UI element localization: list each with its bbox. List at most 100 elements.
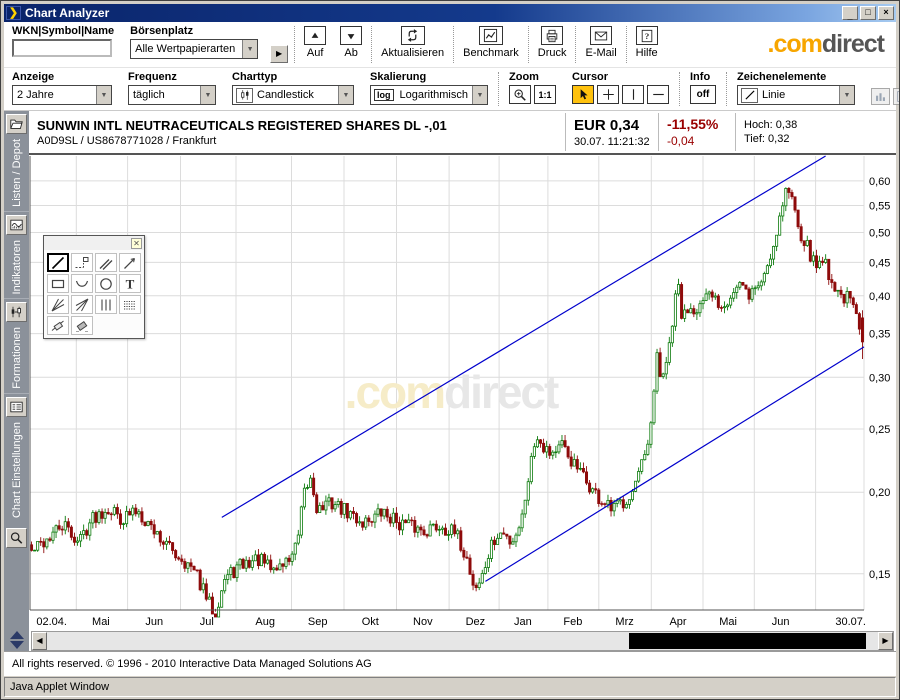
benchmark-button[interactable]: Benchmark (456, 22, 526, 67)
svg-text:?: ? (644, 31, 648, 41)
ellipse-tool[interactable] (95, 274, 117, 293)
segment-label-tool[interactable] (71, 253, 93, 272)
zoom-in-button[interactable] (509, 85, 531, 104)
sidebar-item-indikatoren[interactable]: Indikatoren (4, 212, 29, 300)
day-low: Tief: 0,32 (744, 133, 790, 145)
close-button[interactable]: × (878, 6, 894, 20)
expand-search-button[interactable]: ▶ (270, 45, 289, 63)
boersenplatz-select[interactable]: Alle Wertpapierarten ▼ (130, 39, 259, 59)
retracement-fan-tool[interactable] (71, 295, 93, 314)
svg-text:Jul: Jul (200, 616, 214, 628)
candlestick-chart[interactable]: .comdirect 0,60 0,55 0,50 0,45 0,40 0,35 0,30 0,… (29, 155, 896, 631)
scroll-right-icon[interactable]: ▶ (878, 632, 893, 650)
frequenz-group: Frequenz täglich ▼ (120, 68, 224, 110)
comdirect-logo: .com direct (767, 30, 885, 58)
ab-button[interactable]: Ab (333, 22, 369, 67)
skalierung-group: Skalierung log Logarithmisch ▼ (362, 68, 496, 110)
boersenplatz-value: Alle Wertpapierarten (135, 43, 236, 55)
log-icon: log (374, 89, 394, 101)
scrollbar-track[interactable] (47, 632, 878, 650)
volume-button[interactable] (871, 88, 890, 105)
line-icon (744, 89, 756, 101)
wkn-label: WKN|Symbol|Name (12, 25, 115, 37)
vertical-lines-tool[interactable] (95, 295, 117, 314)
chevron-down-icon[interactable]: ▼ (839, 86, 854, 104)
svg-text:Jun: Jun (145, 616, 163, 628)
aktualisieren-button[interactable]: Aktualisieren (374, 22, 451, 67)
boersenplatz-group: Börsenplatz Alle Wertpapierarten ▼ (122, 22, 266, 67)
indicator-icon (9, 218, 24, 232)
chart-area[interactable]: .comdirect 0,60 0,55 0,50 0,45 0,40 0,35 0,30 0,… (29, 155, 896, 631)
svg-text:0,60: 0,60 (869, 176, 890, 188)
email-button[interactable]: E-Mail (578, 22, 623, 67)
svg-text:Okt: Okt (362, 616, 379, 628)
arc-tool[interactable] (71, 274, 93, 293)
maximize-button[interactable]: □ (860, 6, 876, 20)
skalierung-select[interactable]: log Logarithmisch ▼ (370, 85, 488, 105)
separator (453, 26, 455, 63)
svg-text:0,20: 0,20 (869, 487, 890, 499)
spinner-up-icon[interactable] (9, 631, 24, 639)
news-button[interactable]: N (893, 88, 899, 105)
chevron-down-icon[interactable]: ▼ (242, 40, 258, 58)
auf-button[interactable]: Auf (297, 22, 333, 67)
hilfe-button[interactable]: ? Hilfe (629, 22, 665, 67)
svg-text:Mai: Mai (719, 616, 737, 628)
wkn-input[interactable] (12, 39, 112, 57)
line-tool[interactable] (47, 253, 69, 272)
spinner-down-icon[interactable] (9, 641, 24, 649)
erase-element-tool[interactable] (47, 316, 69, 335)
frequenz-select[interactable]: täglich ▼ (128, 85, 216, 105)
chevron-down-icon[interactable]: ▼ (338, 86, 353, 104)
palette-close-icon[interactable]: ✕ (131, 237, 142, 249)
drawing-palette[interactable]: ✕ T (43, 235, 145, 339)
svg-text:Mai: Mai (92, 616, 110, 628)
zoom-reset-button[interactable]: 1:1 (534, 85, 556, 104)
wkn-group: WKN|Symbol|Name (4, 22, 122, 67)
main-toolbar: WKN|Symbol|Name Börsenplatz Alle Wertpap… (4, 22, 896, 68)
anzeige-select[interactable]: 2 Jahre ▼ (12, 85, 112, 105)
erase-all-tool[interactable] (71, 316, 93, 335)
sidebar-scroll-spinner[interactable] (9, 631, 24, 649)
rectangle-tool[interactable] (47, 274, 69, 293)
anzeige-group: Anzeige 2 Jahre ▼ (4, 68, 120, 110)
sidebar-item-chart-einstellungen[interactable]: Chart Einstellungen (4, 394, 29, 522)
chevron-down-icon[interactable]: ▼ (96, 86, 111, 104)
sidebar-search-button[interactable] (6, 528, 27, 549)
scrollbar-thumb[interactable] (628, 633, 866, 649)
zoom-in-icon (513, 88, 527, 102)
chevron-down-icon[interactable]: ▼ (472, 86, 487, 104)
svg-text:.comdirect: .comdirect (345, 366, 559, 418)
help-icon: ? (640, 29, 654, 43)
charttyp-select[interactable]: Candlestick ▼ (232, 85, 354, 105)
scroll-left-icon[interactable]: ◀ (32, 632, 47, 650)
envelope-icon (594, 29, 608, 43)
text-tool[interactable]: T (119, 274, 141, 293)
sidebar-item-listen-depot[interactable]: Listen / Depot (4, 111, 29, 212)
svg-text:0,35: 0,35 (869, 329, 890, 341)
parallel-lines-tool[interactable] (95, 253, 117, 272)
palette-titlebar[interactable]: ✕ (44, 236, 144, 250)
sidebar-item-formationen[interactable]: Formationen (4, 299, 29, 395)
minimize-button[interactable]: _ (842, 6, 858, 21)
cursor-pointer-button[interactable] (572, 85, 594, 104)
svg-text:Apr: Apr (669, 616, 686, 628)
druck-button[interactable]: Druck (531, 22, 574, 67)
separator (679, 72, 680, 106)
cursor-hline-button[interactable] (647, 85, 669, 104)
trend-arrow-tool[interactable] (119, 253, 141, 272)
grid-tool[interactable] (119, 295, 141, 314)
chart-toolbar: Anzeige 2 Jahre ▼ Frequenz täglich ▼ Cha… (4, 68, 899, 111)
down-arrow-icon (345, 30, 357, 42)
cursor-crosshair-button[interactable] (597, 85, 619, 104)
separator (371, 26, 373, 63)
chevron-down-icon[interactable]: ▼ (200, 86, 215, 104)
chart-horizontal-scrollbar[interactable]: ◀ ▶ (31, 631, 894, 651)
cursor-vline-button[interactable] (622, 85, 644, 104)
zeichenelemente-select[interactable]: Linie ▼ (737, 85, 855, 105)
application-window: ❯ Chart Analyzer _ □ × WKN|Symbol|Name B… (0, 0, 900, 700)
title-bar[interactable]: ❯ Chart Analyzer _ □ × (4, 4, 896, 22)
info-toggle-button[interactable]: off (690, 85, 716, 104)
news-icon: N (896, 90, 899, 103)
fan-lines-tool[interactable] (47, 295, 69, 314)
